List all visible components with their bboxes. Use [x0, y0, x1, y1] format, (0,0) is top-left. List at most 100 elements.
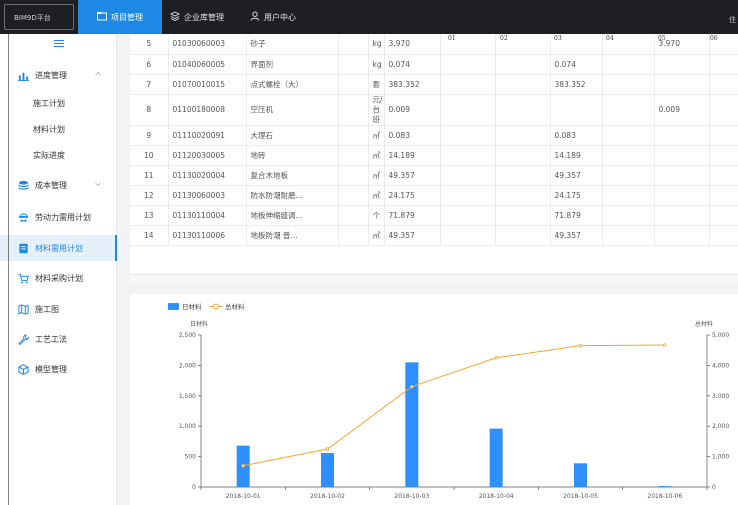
- cell-total: 49.357: [384, 165, 441, 186]
- cell-empty: [338, 54, 369, 75]
- left-tick-label: 1,500: [179, 393, 196, 400]
- cell-total: 0.083: [384, 125, 441, 146]
- sidebar-item-process-method[interactable]: 工艺工法: [0, 326, 117, 352]
- cell-d1: [440, 165, 496, 186]
- table-row[interactable]: 11 01130020004 复合木地板㎡ 49.357 49.357: [130, 165, 738, 186]
- nav-enterprise-label: 企业库管理: [184, 12, 224, 22]
- nav-user-center[interactable]: 用户中心: [250, 0, 296, 34]
- sidebar-item-material-demand[interactable]: 材料需用计划: [0, 235, 117, 261]
- sidebar-item-label: 施工图: [35, 304, 59, 314]
- cell-d4: [602, 54, 655, 75]
- cell-code: 01130110006: [168, 225, 247, 246]
- bar: [574, 463, 587, 487]
- cell-name: 大理石: [246, 125, 339, 146]
- hamburger-icon[interactable]: [54, 40, 64, 48]
- cell-code: 01120030005: [168, 145, 247, 166]
- material-table-container[interactable]: 5 01030060003 砂子 kg 3.970 3.970 6 01040060005 界面…: [130, 34, 738, 281]
- map-icon: [17, 303, 29, 315]
- cell-unit: ㎡: [368, 125, 385, 146]
- table-row[interactable]: 8 01100180008 空压机 元/台班 0.009 0.009: [130, 94, 738, 126]
- table-row[interactable]: 9 01110020091 大理石㎡ 0.083 0.083: [130, 125, 738, 146]
- cell-code: 01040060005: [168, 54, 247, 75]
- cell-empty: [338, 165, 369, 186]
- sidebar: 进度管理 施工计划 材料计划 实际进度 成本管理 劳动力需用计划 材料需用计划 …: [0, 34, 117, 505]
- cell-d4: [602, 94, 655, 126]
- cell-unit: ㎡: [368, 165, 385, 186]
- horizontal-scrollbar[interactable]: [130, 282, 738, 294]
- right-tick-label: 0: [712, 484, 716, 491]
- cell-d5: [654, 74, 710, 95]
- right-axis-title: 总材料: [695, 320, 713, 328]
- cell-unit: 个: [368, 205, 385, 226]
- cell-empty: [338, 205, 369, 226]
- table-row[interactable]: 6 01040060005 界面剂 kg 0.074 0.074: [130, 54, 738, 75]
- legend-bar-swatch: [168, 303, 179, 310]
- cell-unit: 元/台班: [368, 94, 385, 126]
- material-table: 5 01030060003 砂子 kg 3.970 3.970 6 01040060005 界面…: [130, 34, 738, 246]
- table-row[interactable]: 14 01130110006 地板防潮 普... ㎡ 49.357 49.357: [130, 225, 738, 246]
- cell-d6: [709, 74, 738, 95]
- cell-idx: 8: [130, 94, 169, 126]
- right-tick-label: 4,000: [712, 362, 729, 369]
- cell-empty: [338, 225, 369, 246]
- cell-d5: [654, 225, 710, 246]
- cell-d2: [495, 54, 551, 75]
- sidebar-item-material-purchase[interactable]: 材料采购计划: [0, 265, 117, 291]
- sidebar-item-label: 实际进度: [33, 150, 65, 160]
- cell-total: 0.009: [384, 94, 441, 126]
- cell-d4: [602, 225, 655, 246]
- chevron-up-icon: [95, 71, 101, 76]
- left-tick-label: 1,000: [179, 423, 196, 430]
- user-icon: [250, 11, 260, 23]
- chevron-down-icon: [95, 182, 101, 187]
- sidebar-item-material-plan[interactable]: 材料计划: [0, 116, 117, 142]
- legend-label: 日材料: [182, 302, 202, 311]
- cell-d3: 49.357: [550, 165, 603, 186]
- cell-name: 复合木地板: [246, 165, 339, 186]
- cell-empty: [338, 94, 369, 126]
- table-row[interactable]: 7 01070010015 点式螺栓（大）套 383.352 383.352: [130, 74, 738, 95]
- sidebar-item-model-management[interactable]: 模型管理: [0, 356, 117, 382]
- cell-d1: [440, 54, 496, 75]
- sidebar-item-label: 材料采购计划: [35, 273, 83, 283]
- sidebar-item-labor-plan[interactable]: 劳动力需用计划: [0, 204, 117, 230]
- nav-enterprise-library[interactable]: 企业库管理: [169, 0, 224, 34]
- cell-d5: [654, 125, 710, 146]
- cell-unit: ㎡: [368, 225, 385, 246]
- table-row[interactable]: 12 01130060003 防水防潮耐磨... ㎡ 24.175 24.175: [130, 185, 738, 206]
- cell-d2: [495, 145, 551, 166]
- document-icon: [17, 242, 29, 254]
- day-header: 02: [500, 35, 508, 42]
- cell-d6: [709, 54, 738, 75]
- sidebar-item-label: 成本管理: [35, 180, 67, 190]
- cell-name: 地板防潮 普...: [246, 225, 339, 246]
- user-name-text[interactable]: 住: [729, 15, 736, 25]
- table-row[interactable]: 13 01130110004 地板伸缩缝调... 个 71.879 71.879: [130, 205, 738, 226]
- cell-d3: 49.357: [550, 225, 603, 246]
- sidebar-item-label: 模型管理: [35, 364, 67, 374]
- line-point: [241, 464, 245, 468]
- day-header: 03: [554, 35, 562, 42]
- sidebar-item-actual-progress[interactable]: 实际进度: [0, 142, 117, 168]
- sidebar-item-drawings[interactable]: 施工图: [0, 296, 117, 322]
- x-tick-label: 2018-10-05: [563, 493, 598, 500]
- sidebar-item-construction-plan[interactable]: 施工计划: [0, 90, 117, 116]
- cell-unit: 套: [368, 74, 385, 95]
- table-row[interactable]: 10 01120030005 地砖㎡ 14.189 14.189: [130, 145, 738, 166]
- cell-name: 点式螺栓（大）: [246, 74, 339, 95]
- cell-d5: 0.009: [654, 94, 710, 126]
- cell-total: 14.189: [384, 145, 441, 166]
- right-tick-label: 5,000: [712, 332, 729, 339]
- left-axis-title: 日材料: [190, 320, 208, 328]
- cell-d6: [709, 185, 738, 206]
- cell-unit: kg: [368, 54, 385, 75]
- bar: [321, 452, 334, 487]
- nav-project-management[interactable]: 项目管理: [78, 0, 162, 34]
- table-body: 5 01030060003 砂子 kg 3.970 3.970 6 01040060005 界面…: [130, 34, 738, 246]
- cell-code: 01130110004: [168, 205, 247, 226]
- sidebar-item-cost[interactable]: 成本管理: [0, 172, 117, 198]
- cell-d3: 0.083: [550, 125, 603, 146]
- sidebar-item-schedule[interactable]: 进度管理: [0, 62, 117, 88]
- cell-idx: 10: [130, 145, 169, 166]
- cell-empty: [338, 185, 369, 206]
